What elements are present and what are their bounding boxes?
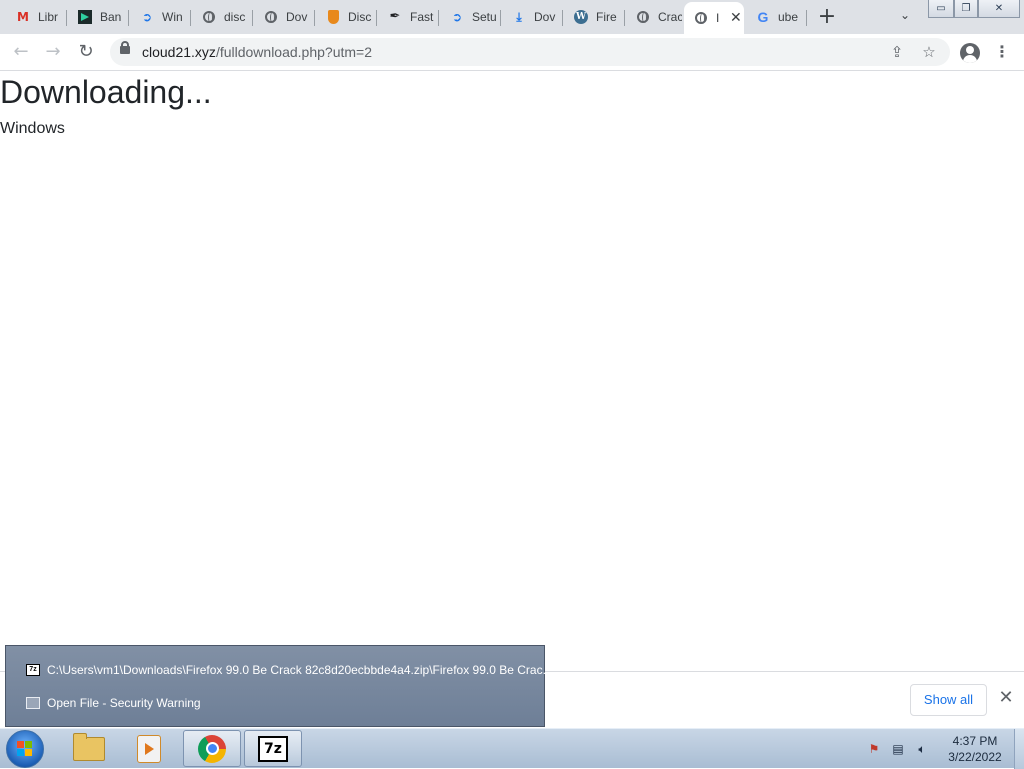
browser-toolbar: ← → ↻ cloud21.xyz/fulldownload.php?utm=2… [0, 34, 1024, 71]
tab-title: Crac [658, 10, 682, 24]
gmail-icon: M [17, 10, 29, 24]
window-list-item-7zip[interactable]: 7z C:\Users\vm1\Downloads\Firefox 99.0 B… [26, 661, 553, 679]
window-icon [26, 697, 40, 709]
minimize-button[interactable]: ▭ [928, 0, 954, 18]
tab-active[interactable]: I ✕ [684, 2, 744, 34]
download-icon: ⤓ [516, 10, 522, 24]
tab-strip: M Libr Ban ➲ Win disc Dov Disc ✒ Fast ➲ … [0, 0, 1024, 34]
globe-icon [263, 9, 279, 25]
globe-icon [201, 9, 217, 25]
volume-icon[interactable]: 🔈︎ [914, 741, 930, 757]
new-tab-button[interactable]: + [814, 4, 840, 30]
address-bar[interactable]: cloud21.xyz/fulldownload.php?utm=2 ⇪ ☆ [110, 38, 950, 66]
share-icon[interactable]: ⇪ [888, 43, 906, 61]
reload-button[interactable]: ↻ [74, 40, 98, 64]
show-desktop-button[interactable] [1014, 729, 1024, 769]
tab-title: disc [224, 10, 246, 24]
tab-google[interactable]: G ube [746, 2, 807, 32]
tab-title: Win [162, 10, 183, 24]
tab-title: Fast [410, 10, 434, 24]
tab-win[interactable]: ➲ Win [130, 2, 191, 32]
bandcamp-icon [77, 9, 93, 25]
tab-title: Libr [38, 10, 59, 24]
browser-menu-icon[interactable]: ⋮ [992, 40, 1012, 64]
taskbar-explorer-button[interactable] [60, 730, 118, 767]
restore-button[interactable]: ❐ [954, 0, 978, 18]
globe-icon [635, 9, 651, 25]
clock-date: 3/22/2022 [948, 750, 1002, 764]
windows-explorer-icon [73, 732, 105, 761]
url-domain: cloud21.xyz [142, 44, 216, 60]
tab-fast[interactable]: ✒ Fast [378, 2, 439, 32]
close-icon: ✕ [994, 3, 1004, 14]
tab-crac[interactable]: Crac [626, 2, 687, 32]
forward-button[interactable]: → [41, 40, 65, 64]
windows-logo-icon [17, 741, 33, 757]
tab-bandcamp[interactable]: Ban [68, 2, 129, 32]
edge-style-icon: ➲ [451, 10, 463, 24]
7zip-icon: 7z [258, 735, 288, 762]
tab-download[interactable]: ⤓ Dov [502, 2, 563, 32]
minimize-icon: ▭ [936, 3, 946, 14]
network-icon[interactable]: ▤ [890, 741, 906, 757]
tab-dov[interactable]: Dov [254, 2, 315, 32]
back-button[interactable]: ← [9, 40, 33, 64]
page-heading: Downloading... [0, 74, 212, 110]
edge-style-icon: ➲ [141, 10, 153, 24]
url-path: /fulldownload.php?utm=2 [215, 44, 372, 60]
show-all-downloads-button[interactable]: Show all [910, 684, 987, 716]
chrome-icon [198, 734, 226, 763]
window-title: Open File - Security Warning [47, 696, 201, 710]
tab-title: Fire [596, 10, 617, 24]
taskbar-7zip-button[interactable]: 7z [244, 730, 302, 767]
tab-gmail[interactable]: M Libr [6, 2, 67, 32]
clock-time: 4:37 PM [952, 734, 998, 748]
page-content: Downloading... Windows [0, 72, 1024, 672]
url-text[interactable]: cloud21.xyz/fulldownload.php?utm=2 [142, 44, 372, 60]
tab-title: I [716, 11, 720, 25]
window-title: C:\Users\vm1\Downloads\Firefox 99.0 Be C… [47, 663, 553, 677]
tab-setu[interactable]: ➲ Setu [440, 2, 501, 32]
globe-icon [693, 10, 709, 26]
os-label: Windows [0, 120, 65, 137]
start-button[interactable] [6, 730, 44, 768]
tab-title: Dov [534, 10, 556, 24]
taskbar-chrome-button[interactable] [183, 730, 241, 767]
profile-avatar-icon[interactable] [960, 43, 980, 63]
tab-title: ube [778, 10, 799, 24]
system-clock[interactable]: 4:37 PM 3/22/2022 [940, 733, 1010, 765]
close-tab-icon[interactable]: ✕ [730, 10, 742, 26]
taskbar: 7z ⚑ ▤ 🔈︎ 4:37 PM 3/22/2022 [0, 728, 1024, 769]
bookmark-star-icon[interactable]: ☆ [920, 43, 938, 61]
tab-disc[interactable]: disc [192, 2, 253, 32]
tab-title: Dov [286, 10, 308, 24]
tab-title: Disc [348, 10, 372, 24]
feather-icon: ✒ [389, 9, 401, 24]
close-window-button[interactable]: ✕ [978, 0, 1020, 18]
action-center-flag-icon[interactable]: ⚑ [866, 741, 882, 757]
restore-icon: ❐ [961, 3, 971, 14]
shield-icon [325, 9, 341, 25]
7zip-icon: 7z [26, 664, 40, 676]
tab-title: Ban [100, 10, 122, 24]
lock-icon[interactable] [120, 41, 130, 54]
window-list-item-security-warning[interactable]: Open File - Security Warning [26, 694, 201, 712]
tab-title: Setu [472, 10, 496, 24]
wordpress-icon: W [574, 10, 588, 24]
taskbar-window-list: 7z C:\Users\vm1\Downloads\Firefox 99.0 B… [5, 645, 553, 727]
google-icon: G [757, 9, 769, 25]
close-shelf-icon[interactable]: ✕ [996, 688, 1016, 708]
tab-search-button[interactable]: ⌄ [896, 8, 914, 26]
taskbar-media-player-button[interactable] [120, 730, 178, 767]
tab-disc2[interactable]: Disc [316, 2, 377, 32]
media-player-icon [137, 734, 161, 763]
tab-fire[interactable]: W Fire [564, 2, 625, 32]
